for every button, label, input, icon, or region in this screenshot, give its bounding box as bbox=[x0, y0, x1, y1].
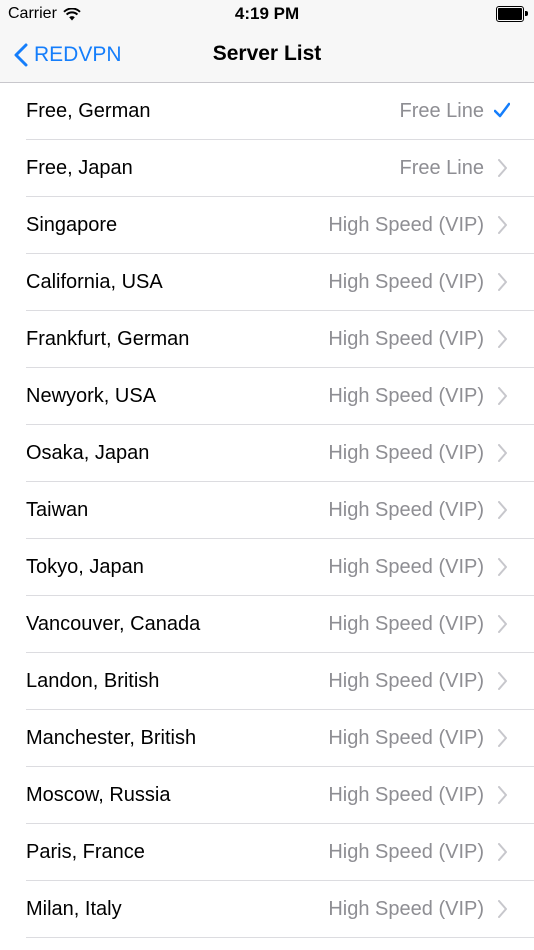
server-type-label: High Speed (VIP) bbox=[328, 556, 484, 578]
server-type-label: High Speed (VIP) bbox=[328, 214, 484, 236]
chevron-right-icon bbox=[498, 159, 507, 177]
server-type-label: High Speed (VIP) bbox=[328, 385, 484, 407]
server-type-label: Free Line bbox=[399, 157, 485, 179]
chevron-right-icon bbox=[498, 672, 507, 690]
server-row[interactable]: Osaka, Japan High Speed (VIP) bbox=[0, 425, 534, 482]
server-row[interactable]: Landon, British High Speed (VIP) bbox=[0, 653, 534, 710]
server-name: Milan, Italy bbox=[26, 898, 122, 920]
server-name: Osaka, Japan bbox=[26, 442, 150, 464]
server-row[interactable]: Vancouver, Canada High Speed (VIP) bbox=[0, 596, 534, 653]
server-name: Vancouver, Canada bbox=[26, 613, 201, 635]
chevron-right-icon bbox=[498, 444, 507, 462]
chevron-right-icon bbox=[498, 729, 507, 747]
server-type-label: High Speed (VIP) bbox=[328, 328, 484, 350]
chevron-right-icon bbox=[498, 900, 507, 918]
battery-icon bbox=[496, 6, 528, 22]
server-name: California, USA bbox=[26, 271, 163, 293]
server-name: Free, Japan bbox=[26, 157, 133, 179]
server-row[interactable]: Taiwan High Speed (VIP) bbox=[0, 482, 534, 539]
server-name: Free, German bbox=[26, 100, 151, 122]
server-name: Taiwan bbox=[26, 499, 89, 521]
page-title: Server List bbox=[212, 42, 322, 65]
server-row[interactable]: Paris, France High Speed (VIP) bbox=[0, 824, 534, 881]
server-type-label: High Speed (VIP) bbox=[328, 727, 484, 749]
server-type-label: High Speed (VIP) bbox=[328, 841, 484, 863]
server-type-label: High Speed (VIP) bbox=[328, 670, 484, 692]
server-row[interactable]: Manchester, British High Speed (VIP) bbox=[0, 710, 534, 767]
server-name: Tokyo, Japan bbox=[26, 556, 144, 578]
server-name: Singapore bbox=[26, 214, 118, 236]
server-row[interactable]: Moscow, Russia High Speed (VIP) bbox=[0, 767, 534, 824]
server-row[interactable]: Newyork, USA High Speed (VIP) bbox=[0, 368, 534, 425]
chevron-right-icon bbox=[498, 387, 507, 405]
chevron-right-icon bbox=[498, 615, 507, 633]
checkmark-icon bbox=[494, 102, 510, 118]
server-list: Free, German Free Line Free, Japan Free Lin… bbox=[0, 83, 534, 938]
chevron-right-icon bbox=[498, 558, 507, 576]
server-name: Paris, France bbox=[26, 841, 145, 863]
server-row[interactable]: Free, German Free Line bbox=[0, 83, 534, 140]
chevron-right-icon bbox=[498, 216, 507, 234]
server-type-label: High Speed (VIP) bbox=[328, 499, 484, 521]
status-time: 4:19 PM bbox=[234, 4, 300, 23]
chevron-right-icon bbox=[498, 330, 507, 348]
server-type-label: High Speed (VIP) bbox=[328, 784, 484, 806]
server-row[interactable]: Frankfurt, German High Speed (VIP) bbox=[0, 311, 534, 368]
chevron-right-icon bbox=[498, 786, 507, 804]
server-name: Moscow, Russia bbox=[26, 784, 171, 806]
server-type-label: High Speed (VIP) bbox=[328, 613, 484, 635]
server-type-label: High Speed (VIP) bbox=[328, 271, 484, 293]
server-row[interactable]: Free, Japan Free Line bbox=[0, 140, 534, 197]
server-row[interactable]: California, USA High Speed (VIP) bbox=[0, 254, 534, 311]
server-name: Newyork, USA bbox=[26, 385, 157, 407]
chevron-right-icon bbox=[498, 843, 507, 861]
server-row[interactable]: Milan, Italy High Speed (VIP) bbox=[0, 881, 534, 938]
chevron-right-icon bbox=[498, 501, 507, 519]
server-type-label: High Speed (VIP) bbox=[328, 898, 484, 920]
status-bar: Carrier 4:19 PM bbox=[0, 0, 534, 28]
navigation-bar: REDVPN Server List bbox=[0, 28, 534, 83]
server-name: Frankfurt, German bbox=[26, 328, 190, 350]
server-type-label: High Speed (VIP) bbox=[328, 442, 484, 464]
server-name: Landon, British bbox=[26, 670, 160, 692]
server-name: Manchester, British bbox=[26, 727, 197, 749]
server-row[interactable]: Tokyo, Japan High Speed (VIP) bbox=[0, 539, 534, 596]
chevron-right-icon bbox=[498, 273, 507, 291]
server-type-label: Free Line bbox=[399, 100, 485, 122]
server-row[interactable]: Singapore High Speed (VIP) bbox=[0, 197, 534, 254]
